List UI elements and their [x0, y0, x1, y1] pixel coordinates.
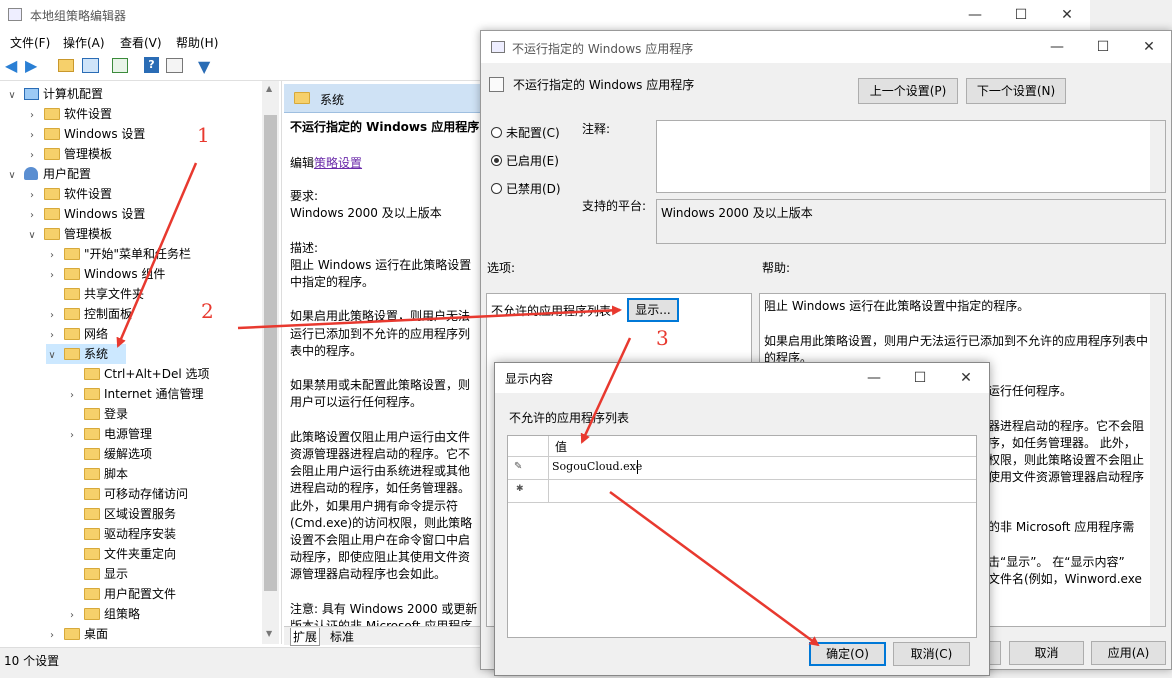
annotation-1: 1: [197, 123, 210, 147]
arrow-2: [237, 305, 622, 330]
annotation-3: 3: [656, 326, 669, 350]
arrow-3: [580, 337, 632, 444]
annotation-2: 2: [201, 299, 214, 323]
annotation-overlay: 1 2 3: [116, 123, 820, 647]
arrow-1: [116, 162, 198, 348]
arrow-4: [609, 490, 820, 647]
